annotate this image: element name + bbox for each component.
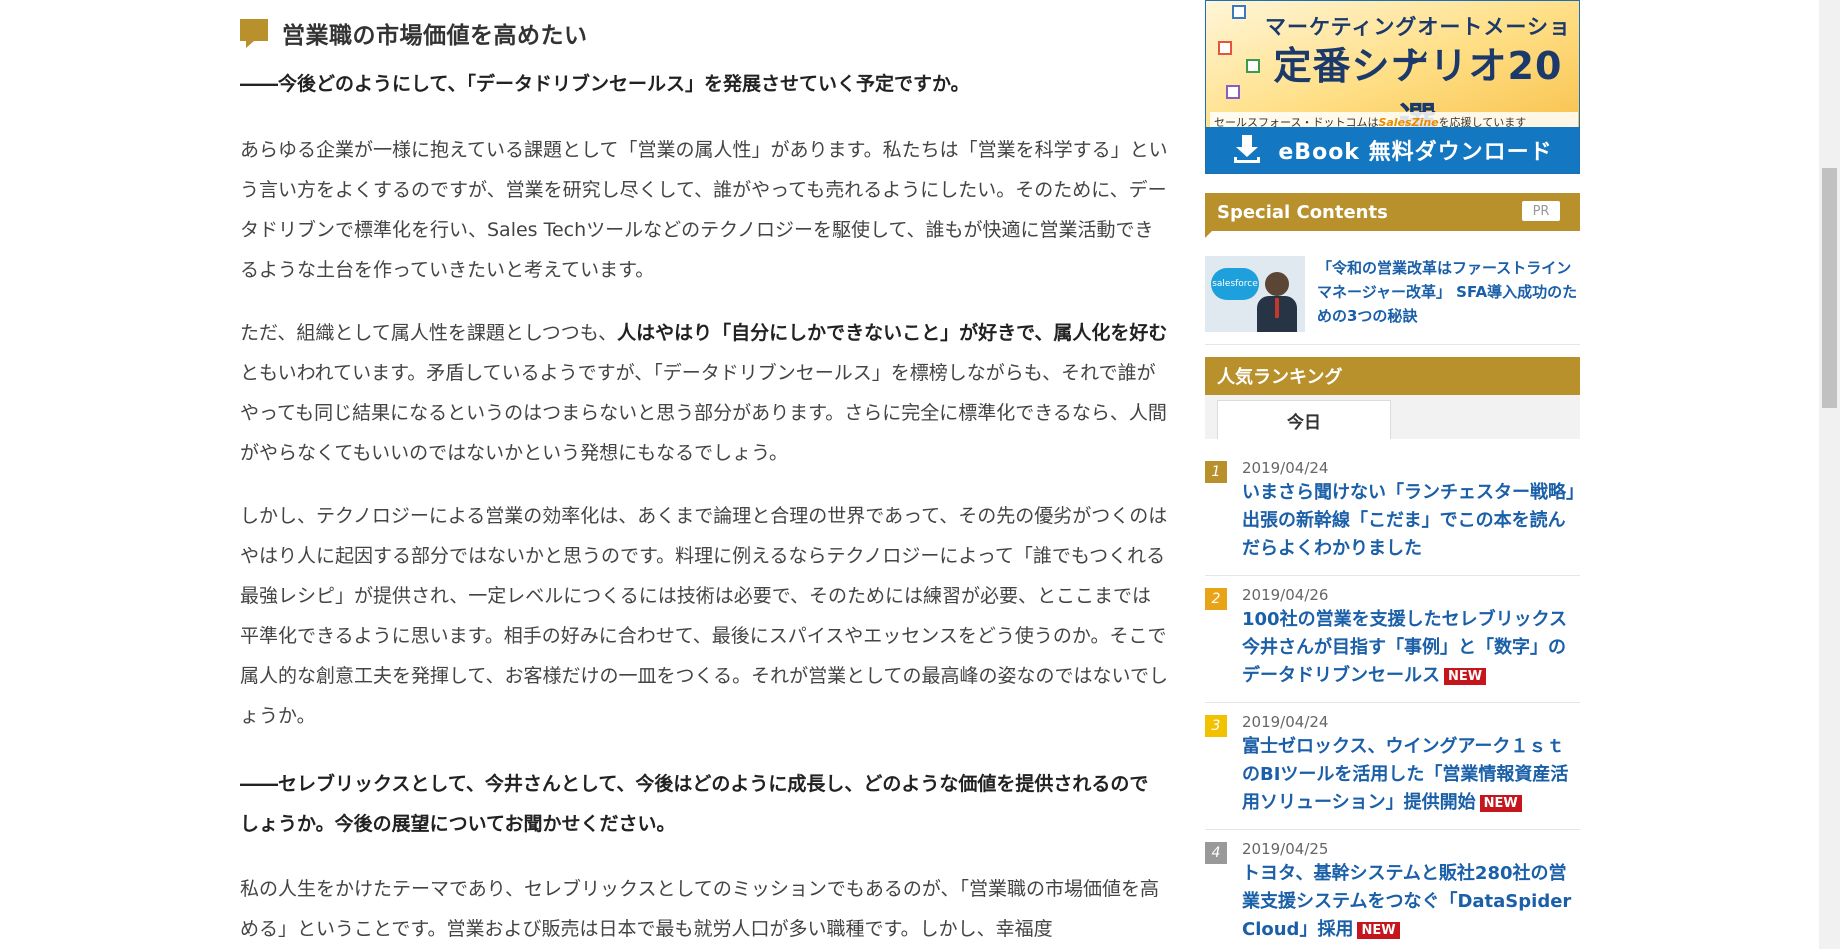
ad-banner[interactable]: マーケティングオートメーション 定番シナリオ20選 セールスフォース・ドットコム… (1205, 0, 1580, 174)
paragraph-1: あらゆる企業が一様に抱えている課題として「営業の属人性」があります。私たちは「営… (240, 139, 1168, 281)
ranking-header: 人気ランキング (1205, 357, 1580, 395)
ebook-download-button[interactable]: eBook 無料ダウンロード (1206, 127, 1579, 173)
ranking-title-link[interactable]: トヨタ、基幹システムと販社280社の営業支援システムをつなぐ「DataSpide… (1242, 860, 1580, 944)
page-scrollbar[interactable] (1819, 0, 1840, 949)
paragraph-2-bold-text: 人はやはり「自分にしかできないこと」が好きで、属人化を好む (617, 322, 1168, 344)
special-contents-title: Special Contents (1217, 201, 1388, 223)
scrollbar-thumb[interactable] (1822, 168, 1837, 408)
section-heading-text: 営業職の市場価値を高めたい (282, 23, 588, 49)
ranking-title-link[interactable]: いまさら聞けない「ランチェスター戦略」 出張の新幹線「こだま」でこの本を読んだら… (1242, 479, 1593, 563)
tie-icon (1275, 298, 1279, 318)
ranking-title-text: 100社の営業を支援したセレブリックス今井さんが目指す「事例」と「数字」のデータ… (1242, 609, 1568, 686)
rank-number-badge: 3 (1205, 715, 1227, 737)
ranking-item[interactable]: 2 2019/04/26 100社の営業を支援したセレブリックス今井さんが目指す… (1205, 582, 1580, 703)
rank-number-badge: 4 (1205, 842, 1227, 864)
rank-number-badge: 1 (1205, 461, 1227, 483)
ranking-title-link[interactable]: 富士ゼロックス、ウイングアーク１ｓｔのBIツールを活用した「営業情報資産活用ソリ… (1242, 733, 1580, 817)
new-badge: NEW (1479, 794, 1522, 812)
download-icon (1234, 135, 1264, 165)
ranking-tabs: 今日 (1205, 395, 1580, 439)
interview-question-2: ――セレブリックスとして、今井さんとして、今後はどのように成長し、どのような価値… (240, 773, 1149, 835)
ranking-item[interactable]: 4 2019/04/25 トヨタ、基幹システムと販社280社の営業支援システムを… (1205, 836, 1580, 949)
interview-question-1: ――今後どのようにして、「データドリブンセールス」を発展させていく予定ですか。 (240, 73, 970, 95)
special-contents-header: Special Contents PR (1205, 193, 1580, 238)
salesforce-logo-icon: salesforce (1211, 268, 1259, 300)
paragraph-2-text-before: ただ、組織として属人性を課題としつつも、 (240, 322, 618, 344)
ranking-title: 人気ランキング (1217, 367, 1343, 388)
tab-today[interactable]: 今日 (1217, 400, 1391, 439)
ranking-item[interactable]: 1 2019/04/24 いまさら聞けない「ランチェスター戦略」 出張の新幹線「… (1205, 455, 1593, 576)
ranking-date: 2019/04/26 (1242, 586, 1329, 604)
paragraph-3: しかし、テクノロジーによる営業の効率化は、あくまで論理と合理の世界であって、その… (240, 505, 1168, 727)
ebook-download-label: eBook 無料ダウンロード (1278, 140, 1553, 165)
ranking-title-link[interactable]: 100社の営業を支援したセレブリックス今井さんが目指す「事例」と「数字」のデータ… (1242, 606, 1580, 690)
new-badge: NEW (1444, 667, 1487, 685)
ranking-date: 2019/04/24 (1242, 713, 1329, 731)
paragraph-2-text-after: ともいわれています。矛盾しているようですが、「データドリブンセールス」を標榜しな… (240, 362, 1167, 464)
paragraph-4: 私の人生をかけたテーマであり、セレブリックスとしてのミッションでもあるのが、「営… (240, 878, 1160, 940)
ranking-item[interactable]: 3 2019/04/24 富士ゼロックス、ウイングアーク１ｓｔのBIツールを活用… (1205, 709, 1580, 830)
pr-badge: PR (1522, 201, 1560, 221)
new-badge: NEW (1357, 921, 1400, 939)
paragraph-2: ただ、組織として属人性を課題としつつも、人はやはり「自分にしかできないこと」が好… (240, 313, 1170, 473)
special-contents-item[interactable]: salesforce 「令和の営業改革はファーストラインマネージャー改革」 SF… (1205, 254, 1580, 345)
special-contents-link[interactable]: 「令和の営業改革はファーストラインマネージャー改革」 SFA導入成功のための3つ… (1317, 256, 1579, 328)
person-head-icon (1265, 272, 1289, 296)
speech-bubble-icon (240, 19, 268, 48)
ranking-title-text: トヨタ、基幹システムと販社280社の営業支援システムをつなぐ「DataSpide… (1242, 863, 1572, 940)
section-heading: 営業職の市場価値を高めたい (240, 16, 588, 50)
ranking-date: 2019/04/24 (1242, 459, 1329, 477)
ranking-date: 2019/04/25 (1242, 840, 1329, 858)
rank-number-badge: 2 (1205, 588, 1227, 610)
special-contents-thumbnail[interactable]: salesforce (1205, 256, 1305, 332)
